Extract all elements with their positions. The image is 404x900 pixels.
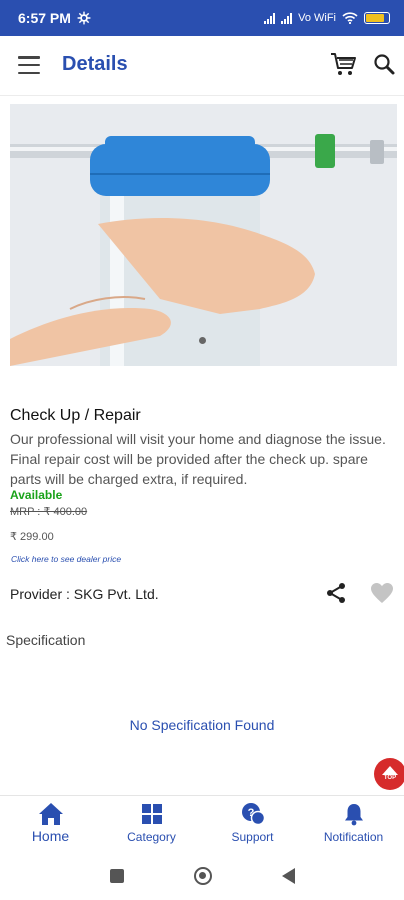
- nav-category[interactable]: Category: [101, 796, 202, 851]
- svg-text:?: ?: [247, 807, 254, 819]
- water-filter-illustration: [10, 104, 397, 366]
- recent-apps-icon[interactable]: [109, 868, 124, 883]
- nav-home-label: Home: [31, 828, 70, 844]
- scroll-top-label: TOP: [383, 775, 397, 781]
- status-time: 6:57 PM: [18, 10, 71, 26]
- availability-status: Available: [10, 488, 63, 502]
- nav-notification-label: Notification: [323, 830, 384, 844]
- scroll-top-button[interactable]: TOP: [374, 758, 404, 790]
- home-button-icon[interactable]: [193, 866, 212, 885]
- nav-notification[interactable]: Notification: [303, 796, 404, 851]
- dealer-price-link[interactable]: Click here to see dealer price: [11, 554, 121, 564]
- home-icon: [38, 803, 63, 825]
- no-specification-message: No Specification Found: [129, 717, 275, 733]
- signal-icon: [281, 12, 293, 24]
- heart-icon[interactable]: [370, 582, 394, 604]
- battery-icon: [364, 12, 390, 24]
- support-icon: ?: [241, 803, 265, 826]
- bottom-nav: Home Category ? Support Notification: [0, 795, 404, 851]
- grid-icon: [141, 804, 162, 824]
- search-icon[interactable]: [372, 52, 396, 76]
- page-title: Details: [62, 53, 128, 75]
- product-description: Our professional will visit your home an…: [10, 431, 386, 487]
- cart-icon[interactable]: [329, 50, 357, 78]
- share-icon[interactable]: [325, 582, 347, 604]
- nav-support[interactable]: ? Support: [202, 796, 303, 851]
- signal-icon: [264, 12, 276, 24]
- nav-home[interactable]: Home: [0, 796, 101, 851]
- system-nav-bar: [0, 851, 404, 900]
- wifi-icon: [342, 12, 358, 24]
- carousel-indicator[interactable]: [199, 337, 206, 344]
- network-label: Vo WiFi: [298, 12, 336, 24]
- nav-category-label: Category: [127, 830, 176, 844]
- arrow-up-icon: [382, 766, 398, 775]
- back-icon[interactable]: [281, 867, 295, 884]
- provider-label: Provider : SKG Pvt. Ltd.: [10, 586, 159, 602]
- sale-price: ₹ 299.00: [10, 531, 54, 543]
- product-image[interactable]: [10, 104, 397, 366]
- mrp-price: MRP : ₹ 400.00: [10, 506, 88, 518]
- menu-icon[interactable]: [18, 56, 40, 74]
- status-bar: 6:57 PM Vo WiFi: [0, 0, 404, 36]
- app-bar: Details: [0, 36, 404, 96]
- settings-icon: [77, 11, 91, 25]
- bell-icon: [344, 804, 363, 826]
- nav-support-label: Support: [231, 830, 274, 844]
- product-title: Check Up / Repair: [10, 407, 141, 424]
- specification-heading: Specification: [6, 632, 86, 648]
